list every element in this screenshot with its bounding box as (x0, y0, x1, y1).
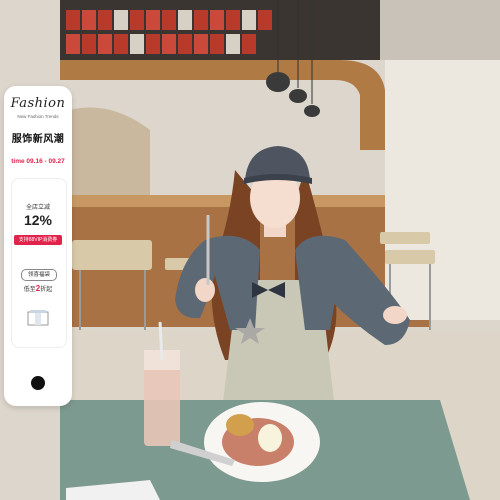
brand-logo-text: Fashion (10, 96, 66, 111)
right-wall (385, 60, 500, 320)
low-price-text: 低至2折起 (23, 284, 53, 293)
gift-box-icon (27, 310, 49, 326)
photo-scene (0, 0, 500, 500)
straw (158, 321, 164, 361)
right-hand (383, 306, 407, 324)
promo-title: 全店立减 (25, 205, 50, 211)
brand-cn-title: 服饰新风潮 (11, 134, 65, 145)
shop-cart-icon[interactable] (31, 376, 45, 390)
promo-pill: 支持88VIP消费券 (14, 235, 62, 245)
bread (226, 414, 254, 436)
promo-date: time 09.16 - 09.27 (11, 158, 65, 165)
coupon-button[interactable]: 领喜福袋 (21, 269, 57, 281)
burrata (258, 424, 282, 452)
promo-sidebar: Fashion New Fashion Trends 服饰新风潮 time 09… (4, 86, 72, 406)
promo-percent: 12% (23, 212, 53, 228)
left-hand (195, 278, 215, 302)
brand-tagline: New Fashion Trends (17, 114, 59, 119)
